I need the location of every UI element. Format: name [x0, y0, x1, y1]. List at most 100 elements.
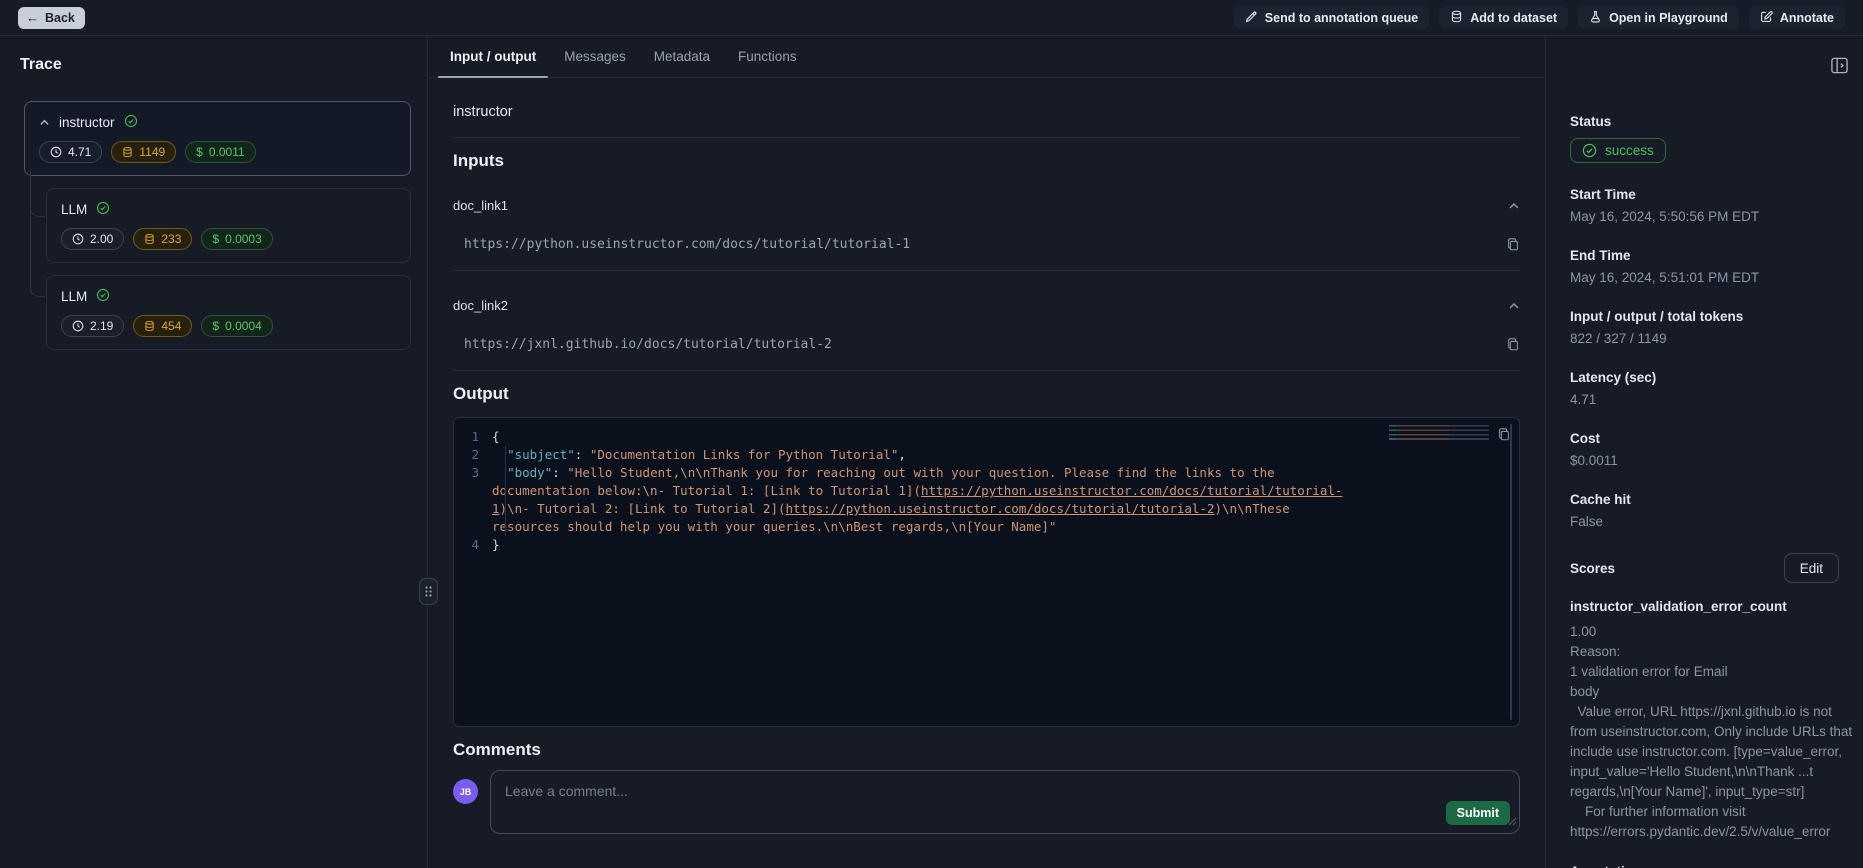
trace-node-badges: 4.71 1149 $ 0.0011	[39, 141, 396, 163]
clock-icon	[72, 320, 84, 332]
status-label: Status	[1570, 114, 1839, 129]
latency-badge: 2.00	[61, 228, 124, 250]
run-detail-scroll: instructor Inputs doc_link1 https://pyth…	[428, 78, 1545, 868]
field-key: doc_link1	[453, 198, 508, 213]
trace-node-llm-2[interactable]: LLM 2.19 454	[46, 275, 411, 350]
latency-badge: 4.71	[39, 141, 102, 163]
add-to-dataset-button[interactable]: Add to dataset	[1439, 6, 1568, 29]
cost-label: Cost	[1570, 431, 1839, 446]
comment-box: Submit	[490, 770, 1520, 834]
dollar-icon: $	[196, 145, 203, 159]
tokens-database-icon	[144, 320, 155, 332]
copy-icon	[1506, 337, 1520, 352]
send-to-annotation-queue-button[interactable]: Send to annotation queue	[1234, 6, 1429, 29]
collapse-field-button[interactable]	[1508, 300, 1520, 312]
run-title: instructor	[453, 104, 1520, 120]
dollar-icon: $	[212, 232, 219, 246]
line-number: 4	[460, 536, 492, 554]
submit-comment-button[interactable]: Submit	[1446, 801, 1510, 825]
annotations-label: Annotations	[1570, 864, 1839, 868]
flask-icon	[1589, 10, 1602, 26]
divider	[453, 270, 1520, 271]
run-detail-main: Input / output Messages Metadata Functio…	[428, 36, 1545, 868]
topbar: ← Back Send to annotation queue Add to d…	[0, 0, 1863, 36]
comment-input[interactable]	[491, 771, 1519, 811]
success-check-icon	[96, 288, 110, 305]
run-tabs: Input / output Messages Metadata Functio…	[428, 36, 1545, 78]
panel-resize-grip[interactable]	[419, 578, 438, 605]
success-check-icon	[124, 114, 138, 131]
trace-node-badges: 2.00 233 $ 0.0003	[61, 228, 396, 250]
code-scrollbar[interactable]	[1510, 424, 1512, 720]
code-line: 4 }	[460, 536, 1519, 554]
grip-dots-icon	[424, 585, 433, 598]
cost-badge: $ 0.0004	[201, 315, 272, 337]
cost-badge: $ 0.0003	[201, 228, 272, 250]
trace-node-llm-1[interactable]: LLM 2.00 233	[46, 188, 411, 263]
comment-composer: JB Submit	[453, 770, 1520, 834]
send-to-annotation-queue-label: Send to annotation queue	[1265, 11, 1418, 25]
cost-badge: $ 0.0011	[185, 141, 256, 163]
tab-metadata[interactable]: Metadata	[640, 36, 724, 77]
code-url-link: https://python.useinstructor.com/docs/tu…	[786, 501, 1215, 516]
annotate-label: Annotate	[1780, 11, 1834, 25]
annotation-queue-icon	[1245, 10, 1258, 26]
back-button[interactable]: ← Back	[18, 7, 85, 29]
trace-tree: instructor 4.71 1149	[18, 101, 411, 350]
trace-node-name: LLM	[61, 202, 87, 217]
topbar-actions: Send to annotation queue Add to dataset …	[1234, 6, 1845, 29]
tokens-database-icon	[122, 146, 133, 158]
scores-header: Scores Edit	[1570, 553, 1839, 583]
copy-output-button[interactable]	[1497, 427, 1511, 442]
tab-input-output[interactable]: Input / output	[436, 36, 550, 77]
chevron-up-icon	[1508, 300, 1520, 312]
field-value: https://jxnl.github.io/docs/tutorial/tut…	[464, 337, 832, 352]
cache-hit-label: Cache hit	[1570, 492, 1839, 507]
code-line: 3 "body": "Hello Student,\n\nThank you f…	[460, 464, 1519, 536]
divider	[453, 370, 1520, 371]
divider	[453, 137, 1520, 138]
edit-scores-button[interactable]: Edit	[1784, 553, 1839, 583]
start-time-label: Start Time	[1570, 187, 1839, 202]
end-time-label: End Time	[1570, 248, 1839, 263]
success-check-icon	[1582, 143, 1597, 158]
copy-icon	[1497, 427, 1511, 442]
tokens-label: Input / output / total tokens	[1570, 309, 1839, 324]
score-name: instructor_validation_error_count	[1570, 599, 1839, 614]
input-field-doc-link1: doc_link1	[453, 198, 1520, 213]
dollar-icon: $	[212, 319, 219, 333]
arrow-left-icon: ←	[26, 11, 39, 24]
line-number: 3	[460, 464, 492, 536]
clock-icon	[72, 233, 84, 245]
latency-badge: 2.19	[61, 315, 124, 337]
code-line: 2 "subject": "Documentation Links for Py…	[460, 446, 1519, 464]
annotate-icon	[1760, 10, 1773, 26]
annotate-button[interactable]: Annotate	[1749, 6, 1845, 29]
code-minimap	[1389, 425, 1489, 442]
open-in-playground-button[interactable]: Open in Playground	[1578, 6, 1739, 29]
copy-value-button[interactable]	[1506, 337, 1520, 352]
success-check-icon	[96, 201, 110, 218]
open-in-playground-label: Open in Playground	[1609, 11, 1728, 25]
back-label: Back	[45, 11, 75, 25]
chevron-up-icon[interactable]	[39, 117, 50, 128]
trace-sidebar: Trace instructor	[0, 36, 428, 868]
database-icon	[1450, 10, 1463, 26]
tokens-database-icon	[144, 233, 155, 245]
avatar: JB	[453, 779, 478, 804]
trace-node-instructor[interactable]: instructor 4.71 1149	[24, 101, 411, 176]
field-value-row: https://python.useinstructor.com/docs/tu…	[453, 237, 1520, 252]
output-heading: Output	[453, 384, 1520, 404]
collapse-panel-icon[interactable]	[1830, 56, 1849, 78]
tab-functions[interactable]: Functions	[724, 36, 811, 77]
clock-icon	[50, 146, 62, 158]
tab-messages[interactable]: Messages	[550, 36, 640, 77]
collapse-field-button[interactable]	[1508, 200, 1520, 212]
trace-node-name: instructor	[59, 115, 115, 130]
copy-value-button[interactable]	[1506, 237, 1520, 252]
status-value: success	[1605, 143, 1654, 158]
field-value-row: https://jxnl.github.io/docs/tutorial/tut…	[453, 337, 1520, 352]
field-key: doc_link2	[453, 298, 508, 313]
resize-grip-icon[interactable]	[1508, 813, 1517, 831]
line-number: 1	[460, 428, 492, 446]
